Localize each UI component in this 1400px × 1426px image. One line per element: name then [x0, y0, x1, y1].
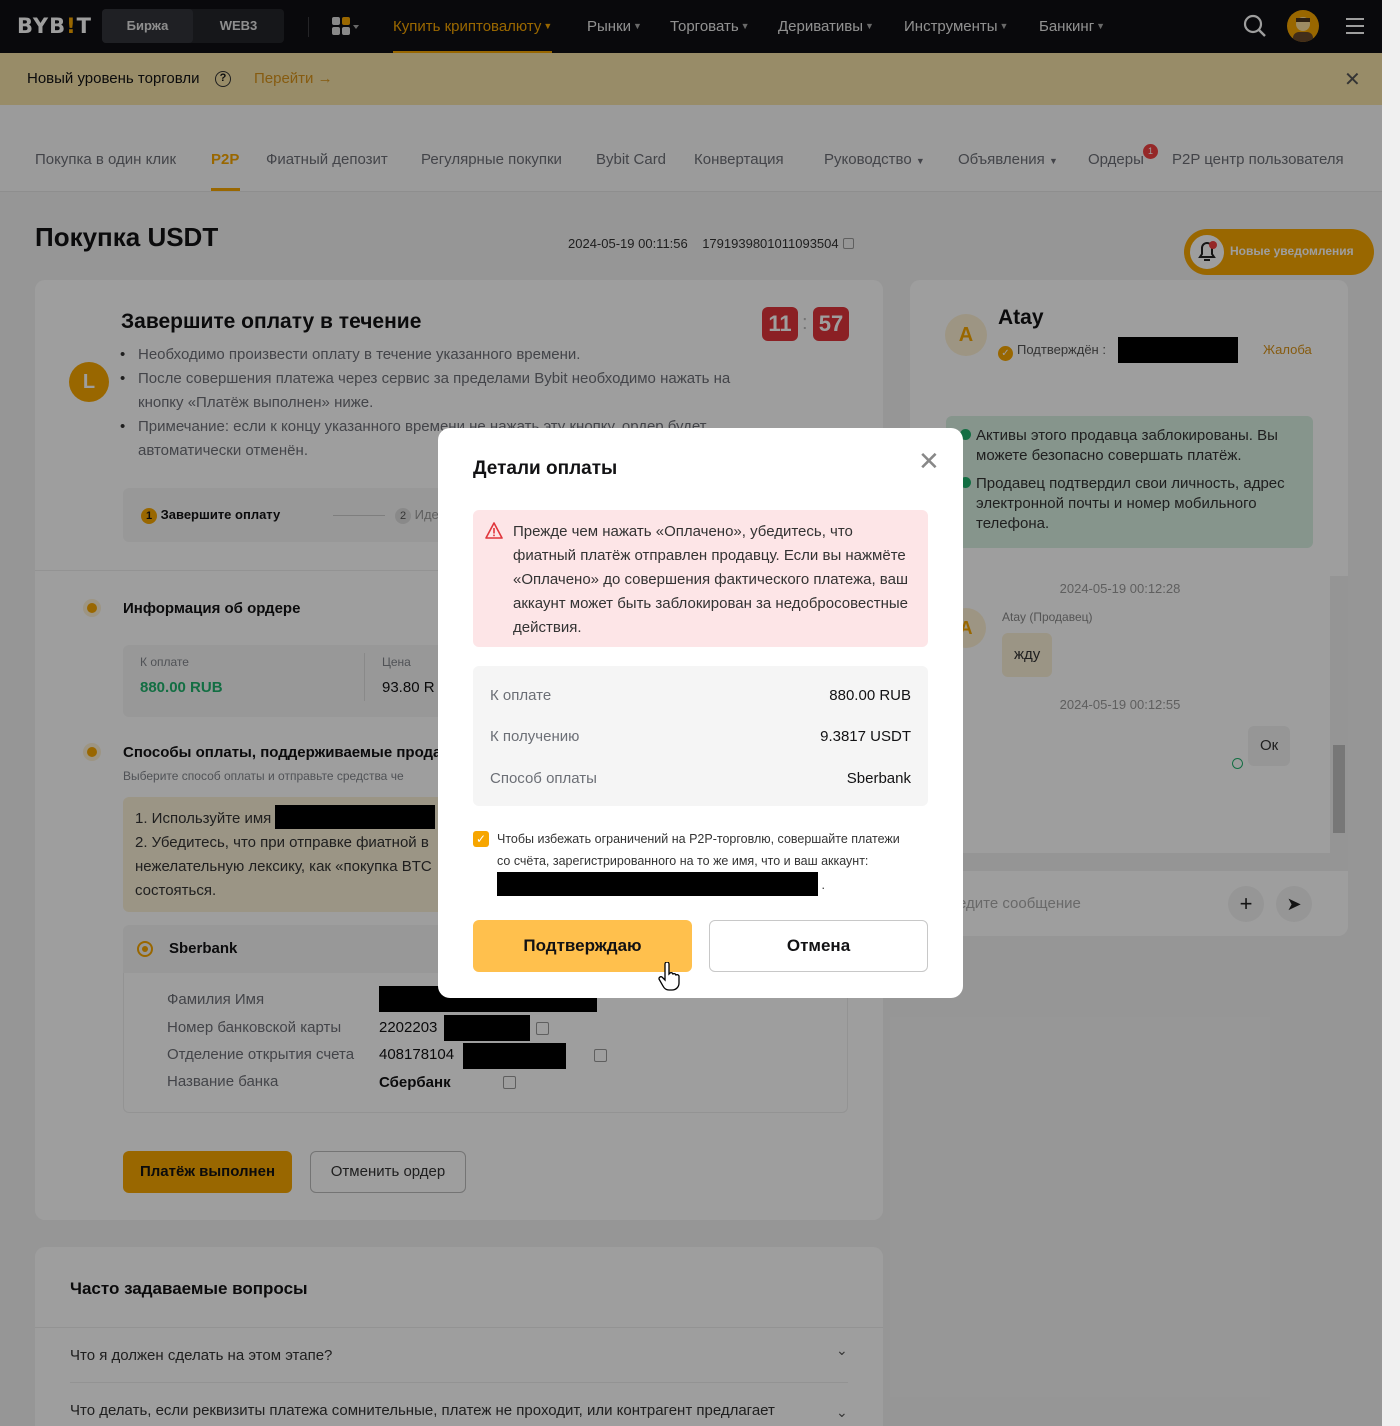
- cancel-button[interactable]: Отмена: [709, 920, 928, 972]
- page-scrollbar[interactable]: [1382, 0, 1400, 1426]
- warning-box: Прежде чем нажать «Оплачено», убедитесь,…: [473, 510, 928, 647]
- summary-value: Sberbank: [846, 770, 911, 787]
- summary-value: 880.00 RUB: [829, 687, 911, 704]
- same-name-checkbox[interactable]: ✓: [473, 831, 489, 847]
- payment-summary: К оплате 880.00 RUB К получению 9.3817 U…: [473, 666, 928, 806]
- summary-label: К оплате: [490, 687, 552, 704]
- warning-text: Прежде чем нажать «Оплачено», убедитесь,…: [513, 523, 909, 636]
- checkbox-label: Чтобы избежать ограничений на P2P-торгов…: [497, 828, 907, 896]
- redacted-account-name: [497, 872, 818, 896]
- warning-icon: [485, 522, 503, 540]
- close-icon[interactable]: ✕: [918, 446, 940, 476]
- hand-cursor-icon: [658, 961, 680, 992]
- summary-label: Способ оплаты: [490, 770, 597, 787]
- payment-details-modal: Детали оплаты ✕ Прежде чем нажать «Оплач…: [438, 428, 963, 998]
- summary-value: 9.3817 USDT: [820, 728, 911, 745]
- summary-label: К получению: [490, 728, 580, 745]
- modal-title: Детали оплаты: [473, 458, 618, 479]
